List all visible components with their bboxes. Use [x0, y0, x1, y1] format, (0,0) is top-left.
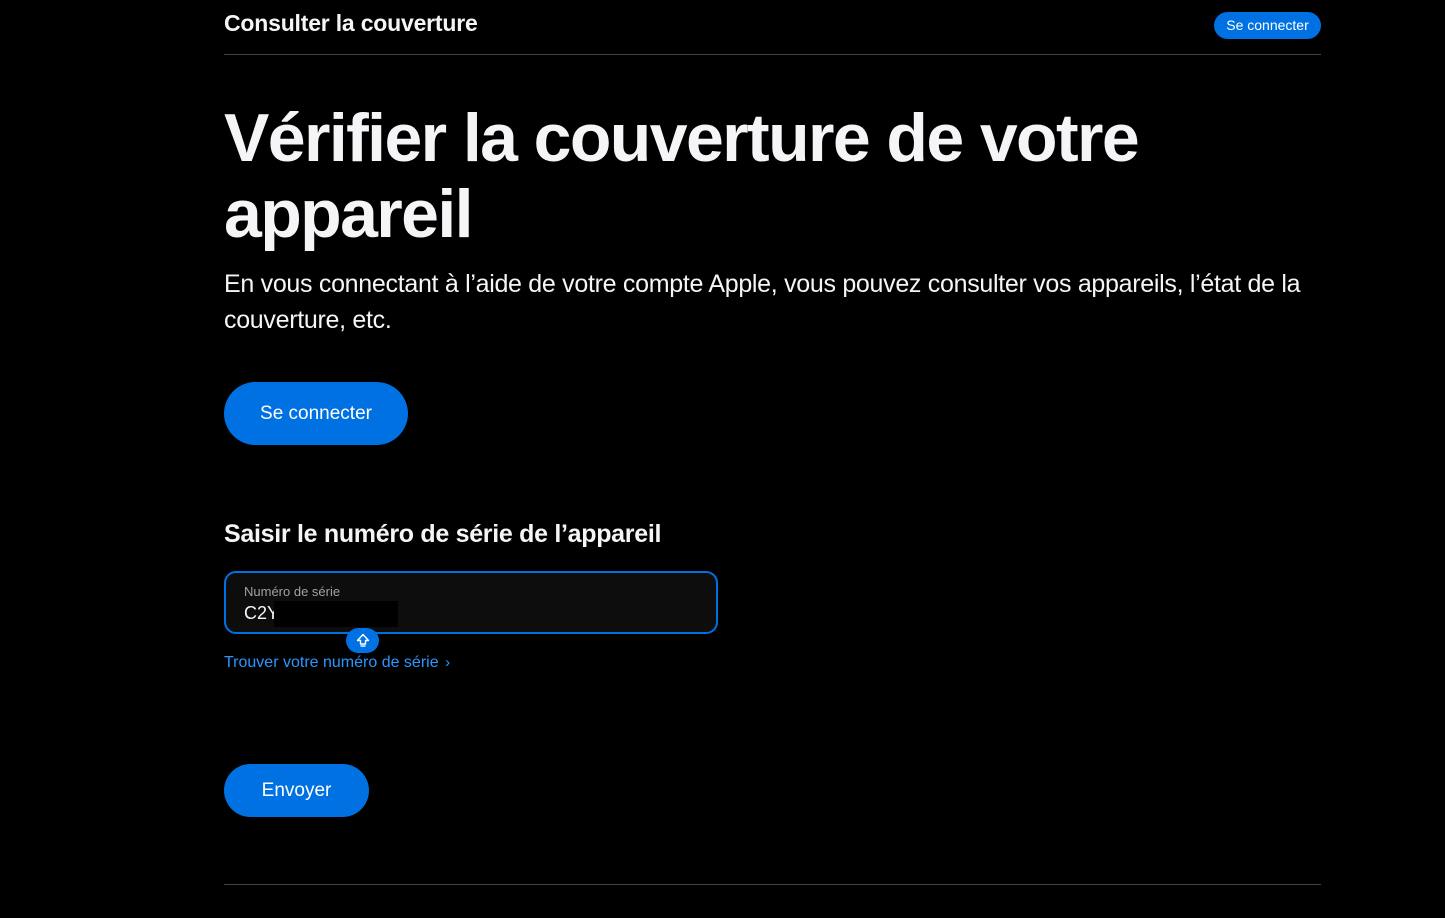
header-divider: [224, 54, 1321, 55]
caps-lock-glyph: [356, 633, 369, 647]
hero-title: Vérifier la couverture de votre appareil: [224, 100, 1140, 252]
hero-subtitle: En vous connectant à l’aide de votre com…: [224, 270, 1301, 334]
chevron-right-icon: ›: [445, 654, 451, 671]
find-serial-number-link-label: Trouver votre numéro de série: [224, 654, 439, 671]
footer-divider: [224, 884, 1321, 885]
serial-number-label: Numéro de série: [244, 584, 341, 599]
signin-button[interactable]: Se connecter: [224, 382, 408, 445]
page-nav-title: Consulter la couverture: [224, 10, 478, 36]
serial-number-field[interactable]: Numéro de série: [224, 571, 718, 634]
find-serial-number-link[interactable]: Trouver votre numéro de série ›: [224, 654, 450, 672]
caps-lock-icon: [346, 628, 379, 653]
header-signin-button[interactable]: Se connecter: [1214, 12, 1321, 39]
serial-section-heading: Saisir le numéro de série de l’appareil: [224, 520, 662, 548]
submit-button[interactable]: Envoyer: [224, 764, 369, 817]
redaction-mask: [274, 601, 398, 627]
